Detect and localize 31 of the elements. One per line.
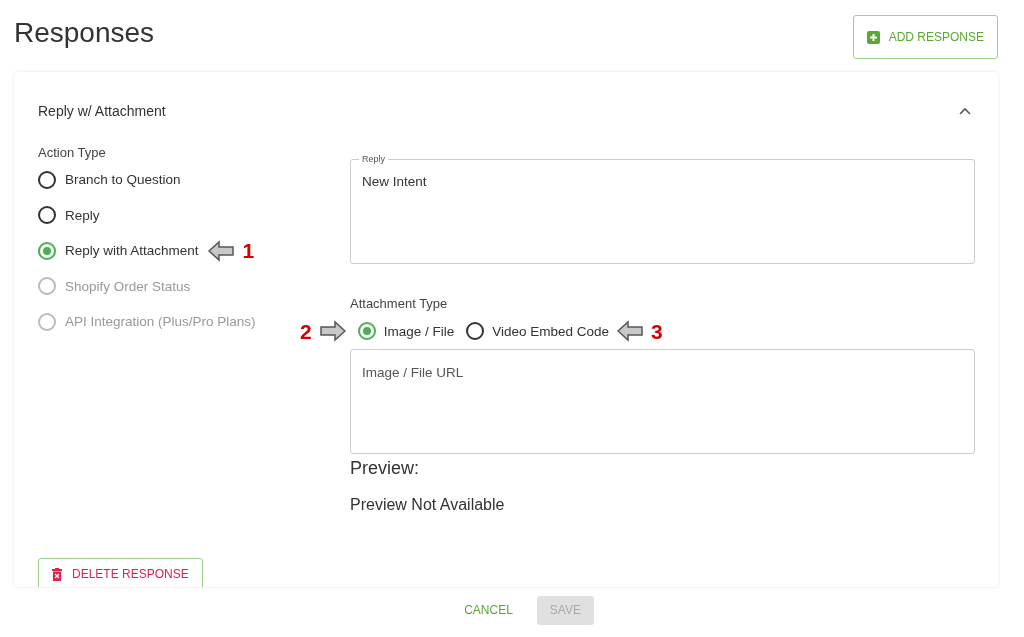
radio-button[interactable] xyxy=(466,322,485,340)
radio-button[interactable] xyxy=(357,322,376,340)
add-response-button[interactable]: ADD RESPONSE xyxy=(852,15,998,59)
attachment-type-label: Attachment Type xyxy=(350,296,449,311)
radio-label: Reply with Attachment xyxy=(65,243,199,259)
field-value: New Intent xyxy=(362,174,427,189)
radio-label: Shopify Order Status xyxy=(65,278,191,294)
radio-label: Branch to Question xyxy=(65,172,181,188)
preview-heading: Preview: xyxy=(350,458,421,479)
callout-number: 2 xyxy=(300,320,312,342)
radio-label: Image / File xyxy=(383,323,455,339)
field-label: Reply xyxy=(361,154,386,164)
delete-response-button[interactable]: DELETE RESPONSE xyxy=(38,558,203,587)
action-type-label: Action Type xyxy=(38,145,107,160)
radio-label: Reply xyxy=(65,207,100,223)
callout-number: 3 xyxy=(651,320,663,342)
radio-button[interactable] xyxy=(38,170,56,189)
trash-icon xyxy=(52,567,62,581)
radio-button[interactable] xyxy=(38,206,56,225)
reply-field[interactable]: Reply New Intent xyxy=(350,154,975,264)
preview-message: Preview Not Available xyxy=(350,496,506,514)
url-field[interactable]: Image / File URL xyxy=(350,349,975,454)
callout-number: 1 xyxy=(242,240,255,262)
radio-button[interactable] xyxy=(38,241,56,260)
plus-icon xyxy=(866,30,880,44)
radio-label: Video Embed Code xyxy=(492,323,610,339)
chevron-icon[interactable] xyxy=(959,107,971,115)
radio-label: API Integration (Plus/Pro Plans) xyxy=(65,314,256,330)
page-title: Responses xyxy=(14,17,155,49)
cancel-button[interactable]: CANCEL xyxy=(460,595,517,625)
card-title: Reply w/ Attachment xyxy=(38,103,166,119)
